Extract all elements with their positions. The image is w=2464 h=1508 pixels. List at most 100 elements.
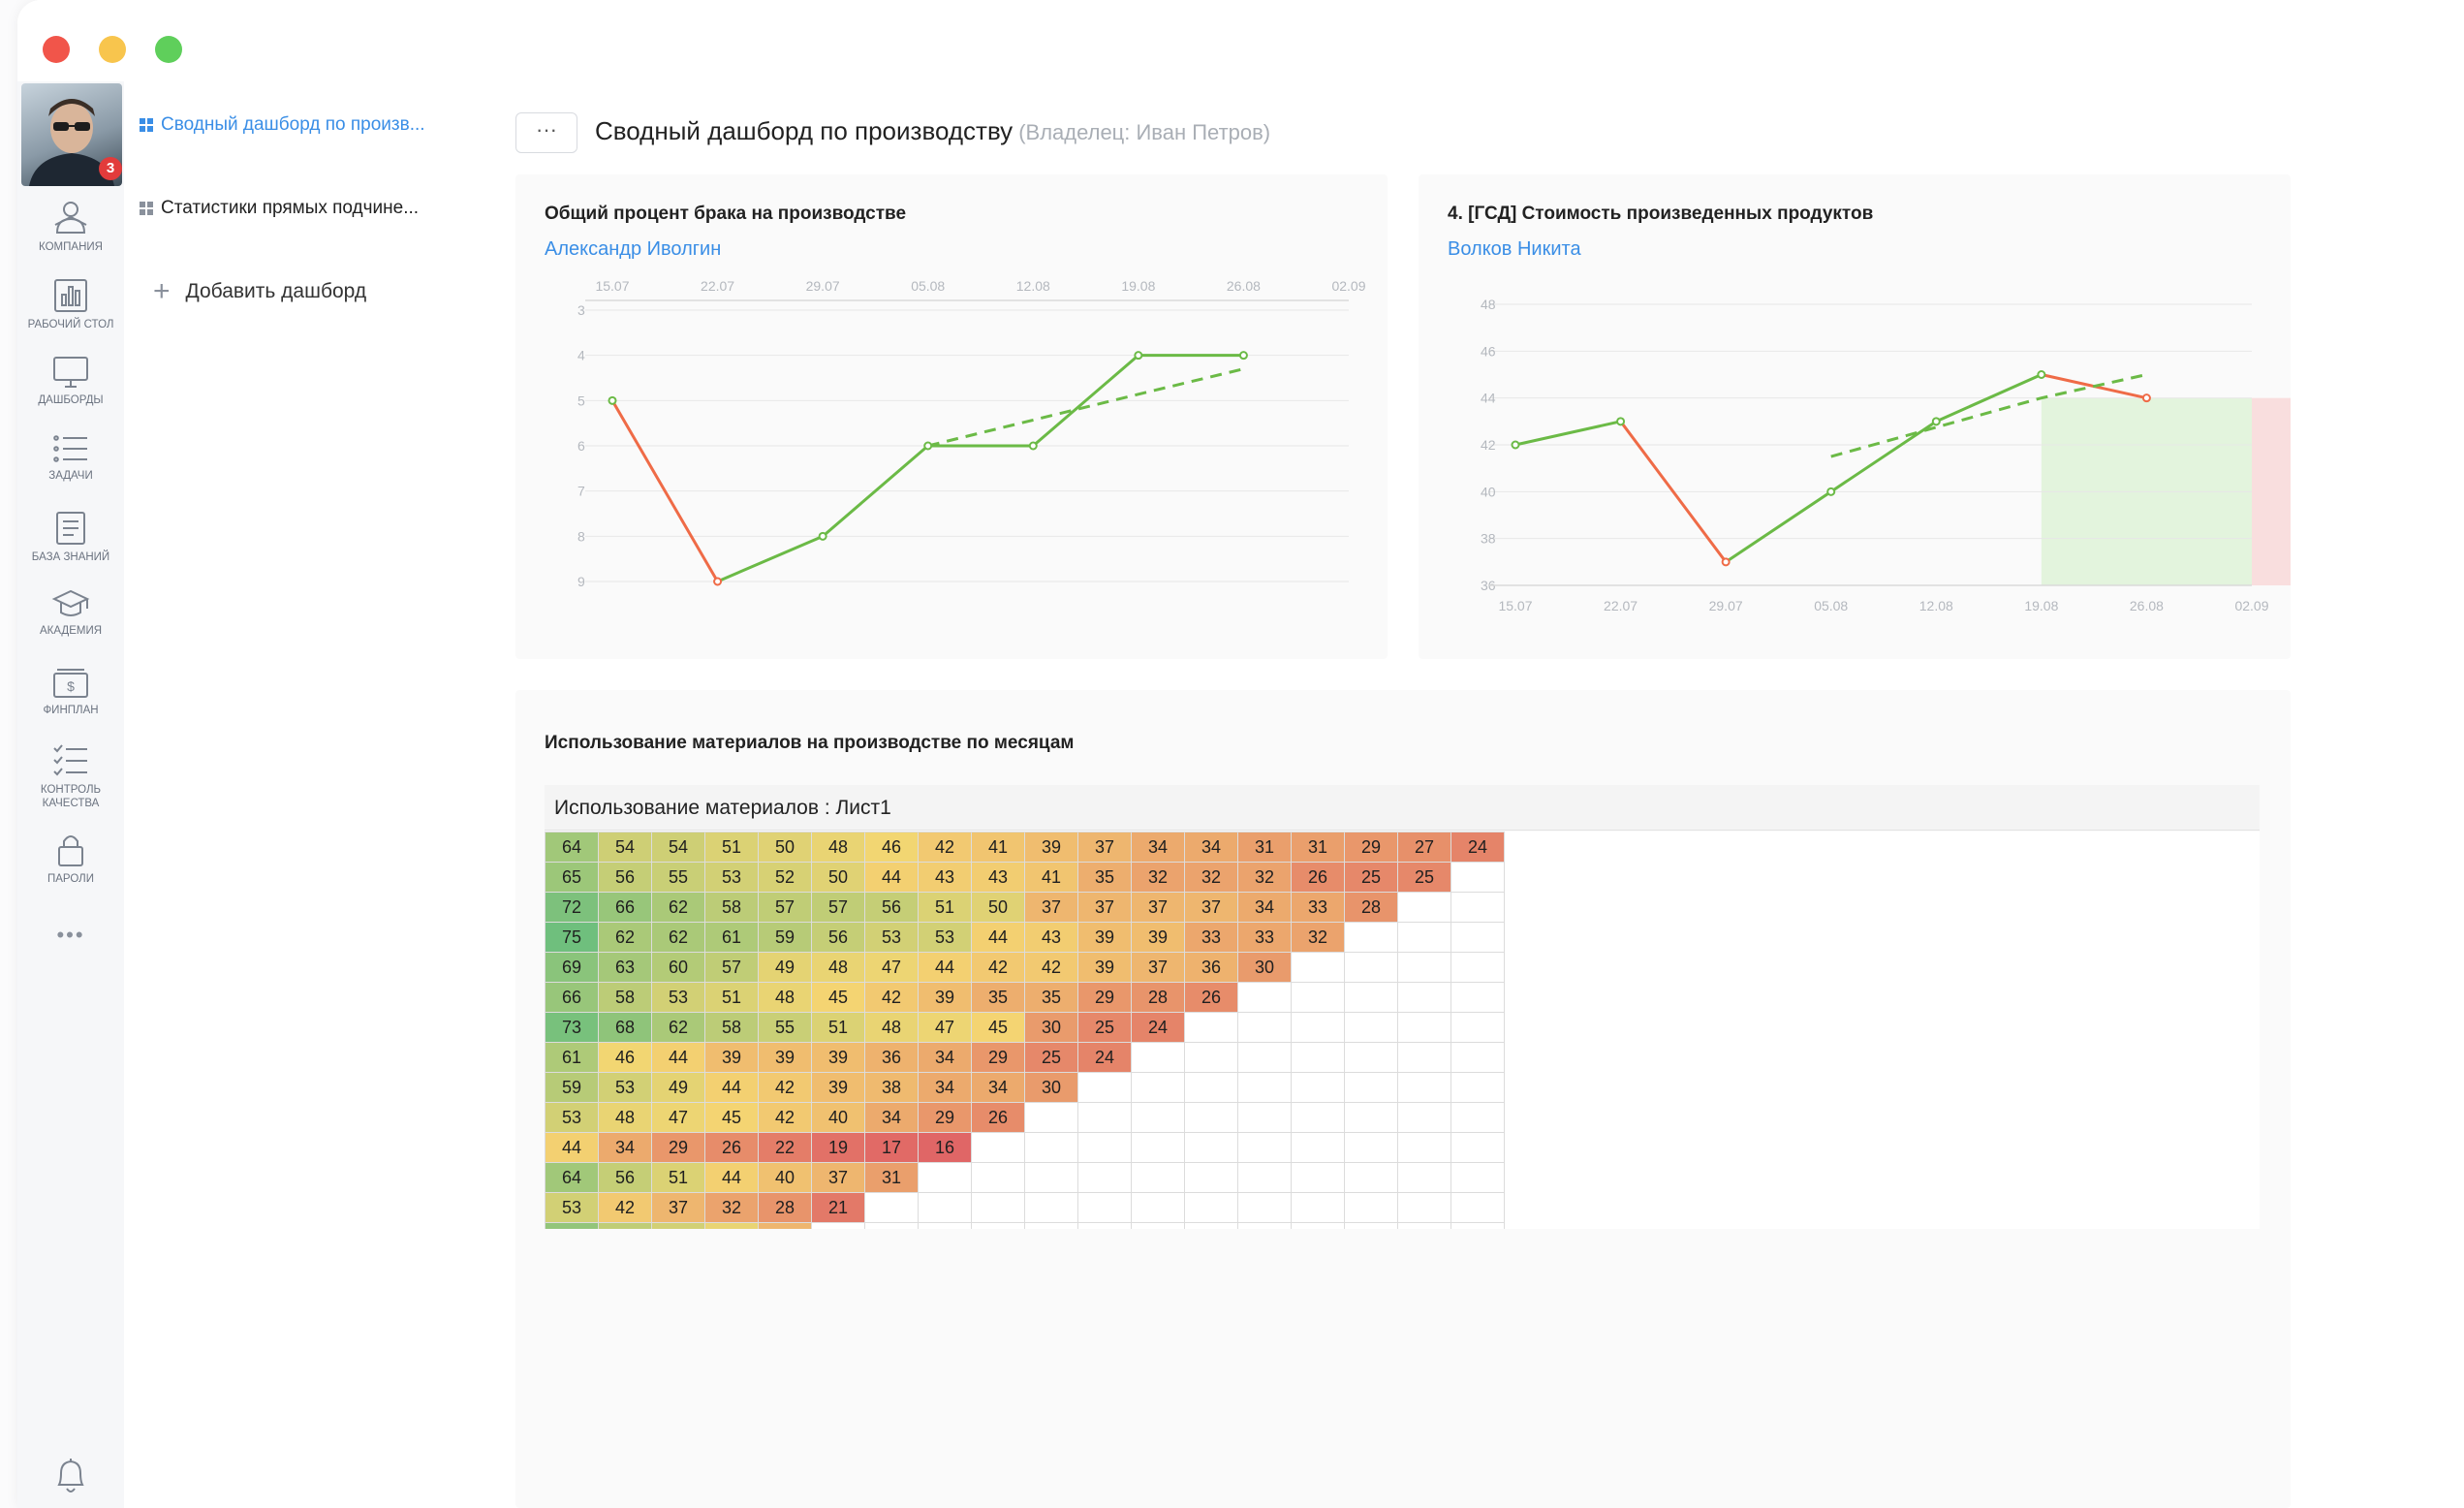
- heatmap-cell[interactable]: 32: [1237, 862, 1292, 893]
- heatmap-cell[interactable]: 37: [1131, 892, 1185, 923]
- heatmap-cell[interactable]: [1450, 892, 1505, 923]
- heatmap-cell[interactable]: 44: [971, 922, 1025, 953]
- rail-item-knowledge-base[interactable]: база знаний: [17, 510, 124, 564]
- heatmap-cell[interactable]: 42: [598, 1192, 652, 1223]
- heatmap-cell[interactable]: 75: [545, 922, 599, 953]
- heatmap-cell[interactable]: 35: [1077, 862, 1132, 893]
- heatmap-cell[interactable]: 48: [598, 1102, 652, 1133]
- heatmap-cell[interactable]: 58: [704, 1012, 759, 1043]
- heatmap-cell[interactable]: [1344, 1102, 1398, 1133]
- window-close-button[interactable]: [43, 36, 70, 63]
- window-maximize-button[interactable]: [155, 36, 182, 63]
- heatmap-cell[interactable]: [1397, 1192, 1451, 1223]
- heatmap-cell[interactable]: [1131, 1042, 1185, 1073]
- heatmap-cell[interactable]: 22: [758, 1132, 812, 1163]
- heatmap-cell[interactable]: 55: [651, 862, 705, 893]
- heatmap-cell[interactable]: [1291, 1132, 1345, 1163]
- heatmap-cell[interactable]: [1344, 1012, 1398, 1043]
- heatmap-cell[interactable]: 62: [651, 892, 705, 923]
- rail-item-desktop[interactable]: рабочий стол: [17, 277, 124, 331]
- heatmap-cell[interactable]: 39: [1131, 922, 1185, 953]
- heatmap-cell[interactable]: [1291, 1222, 1345, 1229]
- heatmap-cell[interactable]: 19: [811, 1132, 865, 1163]
- heatmap-cell[interactable]: 41: [1024, 862, 1078, 893]
- heatmap-cell[interactable]: [1291, 952, 1345, 983]
- heatmap-cell[interactable]: [1344, 922, 1398, 953]
- heatmap-cell[interactable]: 34: [971, 1072, 1025, 1103]
- heatmap-cell[interactable]: 37: [1077, 892, 1132, 923]
- heatmap-cell[interactable]: [1450, 1192, 1505, 1223]
- heatmap-cell[interactable]: 24: [1077, 1042, 1132, 1073]
- heatmap-cell[interactable]: 30: [1024, 1072, 1078, 1103]
- heatmap-cell[interactable]: 44: [704, 1072, 759, 1103]
- heatmap-cell[interactable]: [1184, 1132, 1238, 1163]
- heatmap-cell[interactable]: 42: [758, 1072, 812, 1103]
- heatmap-cell[interactable]: 39: [1024, 832, 1078, 863]
- heatmap-cell[interactable]: [1024, 1222, 1078, 1229]
- heatmap-cell[interactable]: 34: [1131, 832, 1185, 863]
- heatmap-cell[interactable]: 29: [1344, 832, 1398, 863]
- heatmap-cell[interactable]: [1131, 1222, 1185, 1229]
- heatmap-cell[interactable]: 48: [758, 982, 812, 1013]
- heatmap-cell[interactable]: [1344, 1222, 1398, 1229]
- heatmap-cell[interactable]: 42: [1024, 952, 1078, 983]
- heatmap-cell[interactable]: 73: [545, 1012, 599, 1043]
- heatmap-cell[interactable]: 64: [545, 1162, 599, 1193]
- heatmap-cell[interactable]: 72: [545, 892, 599, 923]
- heatmap-cell[interactable]: [918, 1162, 972, 1193]
- heatmap-cell[interactable]: 65: [545, 862, 599, 893]
- heatmap-cell[interactable]: 48: [811, 832, 865, 863]
- heatmap-cell[interactable]: 37: [758, 1222, 812, 1229]
- heatmap-cell[interactable]: 54: [651, 832, 705, 863]
- heatmap-cell[interactable]: 42: [918, 832, 972, 863]
- heatmap-cell[interactable]: 37: [651, 1192, 705, 1223]
- heatmap-cell[interactable]: [864, 1192, 919, 1223]
- heatmap-cell[interactable]: [864, 1222, 919, 1229]
- heatmap-cell[interactable]: [918, 1192, 972, 1223]
- heatmap-cell[interactable]: 53: [545, 1192, 599, 1223]
- heatmap-cell[interactable]: 39: [811, 1042, 865, 1073]
- heatmap-cell[interactable]: [1397, 1162, 1451, 1193]
- heatmap-cell[interactable]: [1344, 1192, 1398, 1223]
- heatmap-cell[interactable]: [1131, 1132, 1185, 1163]
- rail-item-passwords[interactable]: пароли: [17, 832, 124, 886]
- heatmap-cell[interactable]: 29: [1077, 982, 1132, 1013]
- heatmap-cell[interactable]: [971, 1162, 1025, 1193]
- heatmap-cell[interactable]: 40: [811, 1102, 865, 1133]
- heatmap-cell[interactable]: 25: [1397, 862, 1451, 893]
- heatmap-cell[interactable]: 28: [758, 1192, 812, 1223]
- heatmap-cell[interactable]: 47: [651, 1102, 705, 1133]
- heatmap-cell[interactable]: 53: [545, 1102, 599, 1133]
- heatmap-cell[interactable]: 37: [1184, 892, 1238, 923]
- heatmap-cell[interactable]: 56: [864, 892, 919, 923]
- heatmap-cell[interactable]: 53: [598, 1072, 652, 1103]
- heatmap-cell[interactable]: 34: [918, 1042, 972, 1073]
- heatmap-cell[interactable]: [1291, 1162, 1345, 1193]
- heatmap-cell[interactable]: 39: [758, 1042, 812, 1073]
- heatmap-cell[interactable]: [1024, 1132, 1078, 1163]
- heatmap-cell[interactable]: [1450, 982, 1505, 1013]
- heatmap-cell[interactable]: 29: [971, 1042, 1025, 1073]
- heatmap-cell[interactable]: 39: [704, 1042, 759, 1073]
- heatmap-cell[interactable]: 39: [1077, 952, 1132, 983]
- heatmap-cell[interactable]: 47: [918, 1012, 972, 1043]
- heatmap-cell[interactable]: [1344, 1072, 1398, 1103]
- heatmap-cell[interactable]: [918, 1222, 972, 1229]
- dashboard-list-item[interactable]: Статистики прямых подчине...: [140, 198, 450, 219]
- heatmap-cell[interactable]: 34: [864, 1102, 919, 1133]
- heatmap-cell[interactable]: [1237, 1102, 1292, 1133]
- heatmap-cell[interactable]: 17: [864, 1132, 919, 1163]
- heatmap-cell[interactable]: 41: [971, 832, 1025, 863]
- heatmap-cell[interactable]: [811, 1222, 865, 1229]
- heatmap-cell[interactable]: 63: [598, 952, 652, 983]
- heatmap-cell[interactable]: 39: [811, 1072, 865, 1103]
- heatmap-cell[interactable]: 68: [598, 1012, 652, 1043]
- heatmap-cell[interactable]: 26: [971, 1102, 1025, 1133]
- heatmap-cell[interactable]: 51: [811, 1012, 865, 1043]
- heatmap-cell[interactable]: 33: [1184, 922, 1238, 953]
- heatmap-cell[interactable]: 58: [704, 892, 759, 923]
- heatmap-cell[interactable]: 56: [598, 862, 652, 893]
- heatmap-cell[interactable]: 24: [1131, 1012, 1185, 1043]
- heatmap-cell[interactable]: 57: [811, 892, 865, 923]
- heatmap-cell[interactable]: [1450, 1042, 1505, 1073]
